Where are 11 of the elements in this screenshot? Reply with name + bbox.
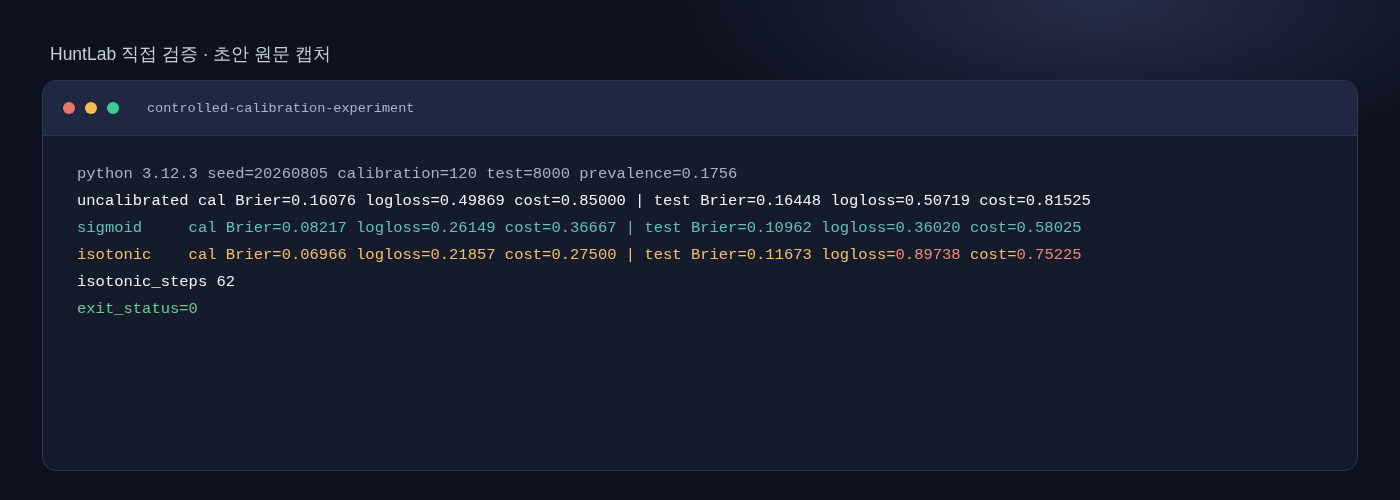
page-title: HuntLab 직접 검증 · 초안 원문 캡처 bbox=[49, 43, 333, 66]
output-line: sigmoid cal Brier=0.08217 logloss=0.26149 cost=0.36667 | test Brier=0.10962 logloss=0.36020 cost=0.58025 bbox=[77, 218, 1083, 239]
output-line: uncalibrated cal Brier=0.16076 logloss=0.49869 cost=0.85000 | test Brier=0.16448 logloss=0.50719 cost=0.81525 bbox=[77, 191, 1092, 212]
output-line: isotonic_steps 62 bbox=[77, 272, 237, 293]
window-title: controlled-calibration-experiment bbox=[147, 100, 415, 116]
output-line: isotonic cal Brier=0.06966 logloss=0.21857 cost=0.27500 | test Brier=0.11673 logloss=0.89738 cost=0.75225 bbox=[77, 245, 1083, 266]
output-line: python 3.12.3 seed=20260805 calibration=120 test=8000 prevalence=0.1756 bbox=[77, 164, 739, 185]
output-line: exit_status=0 bbox=[77, 299, 199, 320]
window-control-dot[interactable] bbox=[63, 102, 75, 114]
window-control-dot[interactable] bbox=[85, 102, 97, 114]
window-control-dot[interactable] bbox=[107, 102, 119, 114]
